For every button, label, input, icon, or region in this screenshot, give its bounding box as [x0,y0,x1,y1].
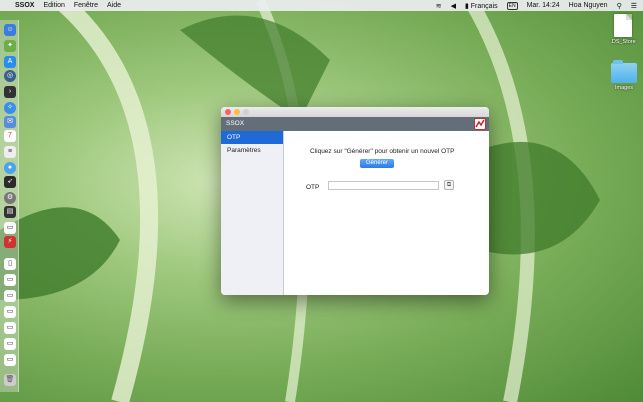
desktop-folder-images[interactable]: Images [604,60,643,91]
window-thumb-3-icon[interactable]: ▭ [4,306,16,318]
language-label: Français [470,2,498,10]
otp-field[interactable] [328,181,439,190]
safari-icon[interactable]: ◎ [4,70,16,82]
otp-label: OTP [306,184,320,191]
launchpad-icon[interactable]: ✦ [4,40,16,52]
calendar-icon[interactable]: 7 [4,130,16,142]
messages-icon[interactable]: ● [4,162,16,174]
finder-icon[interactable]: ☺ [4,24,16,36]
generate-button[interactable]: Générer [360,159,394,168]
close-button[interactable] [225,109,231,115]
menu-bar: SSOX Edition Fenêtre Aide ≋ ◀ ▮ Français… [0,0,643,11]
window-titlebar[interactable] [221,107,489,117]
menu-user[interactable]: Hoa Nguyen [569,2,608,9]
volume-icon[interactable]: ◀ [451,2,456,10]
terminal-icon[interactable]: › [4,86,16,98]
desktop-file-ds-store[interactable]: .DS_Store [603,14,643,45]
input-source-indicator[interactable]: EN [506,1,518,10]
mail-icon[interactable]: ✉ [4,116,16,128]
minimize-button[interactable] [234,109,240,115]
window-thumb-5-icon[interactable]: ▭ [4,338,16,350]
wifi-icon[interactable]: ≋ [436,2,442,10]
notification-center-icon[interactable]: ☰ [631,2,637,10]
generate-hint-text: Cliquez sur "Générer" pour obtenir un no… [310,148,455,155]
ssox-logo-icon [474,118,486,130]
file-icon [614,14,632,37]
settings-icon[interactable]: ⚙ [4,192,16,204]
textedit-icon[interactable]: ▭ [4,222,16,234]
compass-icon[interactable]: ✧ [4,102,16,114]
notes-icon[interactable]: ≡ [4,146,16,158]
language-menu[interactable]: ▮ Français [465,2,498,10]
folder-icon [611,60,637,83]
flag-icon: ▮ [464,2,469,10]
desktop-file-label: .DS_Store [610,39,636,45]
window-thumb-4-icon[interactable]: ▭ [4,322,16,334]
window-thumb-1-icon[interactable]: ▭ [4,274,16,286]
menu-aide[interactable]: Aide [107,2,121,9]
dock: ☺ ✦ A ◎ › ✧ ✉ 7 ≡ ● ➶ ⚙ ▤ ▭ ⚡ ▯ ▭ ▭ ▭ ▭ … [0,20,19,392]
app-header: SSOX [221,117,489,131]
copy-otp-button[interactable]: ⧉ [444,180,454,190]
copy-icon: ⧉ [446,182,452,188]
document-icon[interactable]: ▯ [4,258,16,270]
trash-icon[interactable]: 🗑 [4,374,16,386]
sidebar-item-otp[interactable]: OTP [221,131,283,144]
ssox-dock-icon[interactable]: ⚡ [4,236,16,248]
menu-edition[interactable]: Edition [43,2,64,9]
menu-clock[interactable]: Mar. 14:24 [527,2,560,9]
window-thumb-2-icon[interactable]: ▭ [4,290,16,302]
menu-fenetre[interactable]: Fenêtre [74,2,98,9]
menu-app-name[interactable]: SSOX [15,2,34,9]
ssox-window: SSOX OTP Paramètres Cliquez sur "Générer… [221,107,489,295]
otp-panel: Cliquez sur "Générer" pour obtenir un no… [284,131,489,295]
sidebar-item-parametres[interactable]: Paramètres [221,144,283,157]
window-thumb-6-icon[interactable]: ▭ [4,354,16,366]
desktop-folder-label: Images [614,85,634,91]
rocket-icon[interactable]: ➶ [4,176,16,188]
app-title: SSOX [226,120,245,127]
zoom-button[interactable] [243,109,249,115]
app-store-icon[interactable]: A [4,56,16,68]
sidebar: OTP Paramètres [221,131,284,295]
spotlight-search-icon[interactable]: ⚲ [617,2,622,10]
activity-monitor-icon[interactable]: ▤ [4,206,16,218]
